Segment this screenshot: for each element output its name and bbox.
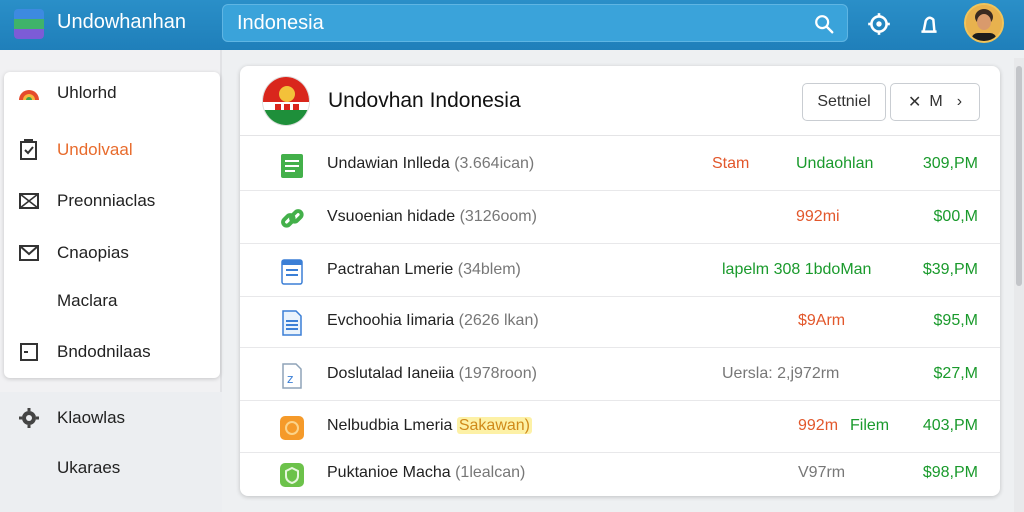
row-status: V97rm <box>798 464 846 481</box>
sidebar-item-label: Preonniaclas <box>57 191 156 210</box>
top-bar: Undowhanhan <box>0 0 1024 50</box>
table-row[interactable]: Evchoohia Iimaria (2626 lkan) $9Arm $95,… <box>240 296 1000 348</box>
sidebar-item-6[interactable]: Klaowlas <box>18 403 125 433</box>
row-price: 309,PM <box>922 155 978 172</box>
row-status: Uersla: 2,j972rm <box>722 365 840 382</box>
chevron-right-icon: › <box>956 93 963 110</box>
doc-icon <box>281 259 303 285</box>
shield-icon <box>280 463 304 487</box>
avatar[interactable] <box>964 3 1004 43</box>
row-status-secondary: Filem <box>850 417 890 434</box>
table-row[interactable]: Pactrahan Lmerie (34blem) lapelm 308 1bd… <box>240 245 1000 297</box>
file-z-icon: z <box>282 363 302 389</box>
notification-icon[interactable] <box>916 11 942 37</box>
spreadsheet-icon <box>281 154 303 178</box>
app-title: Undowhanhan <box>57 11 186 33</box>
row-status: $9Arm <box>798 312 846 329</box>
table-row[interactable]: Vsuoenian hidade (3126oom) 992mi $00,M <box>240 192 1000 244</box>
document-icon <box>18 139 40 161</box>
sidebar-item-1[interactable]: Undolvaal <box>18 135 133 165</box>
table-row[interactable]: Nelbudbia Lmeria Sakawan) 992m Filem 403… <box>240 401 1000 453</box>
row-price: $98,PM <box>922 464 978 481</box>
sidebar-item-label: Maclara <box>57 291 118 310</box>
row-name: Nelbudbia Lmeria Sakawan) <box>327 417 533 434</box>
orange-app-icon <box>280 416 304 440</box>
row-status: 992m <box>798 417 839 434</box>
sidebar-item-label: Cnaopias <box>57 243 129 262</box>
row-tag: Sakawan) <box>456 417 533 434</box>
search-icon[interactable] <box>813 13 835 35</box>
indonesia-emblem-icon <box>262 76 310 126</box>
close-icon: ✕ <box>907 94 922 111</box>
close-menu-label: M <box>929 93 943 110</box>
sidebar-item-label: Ukaraes <box>57 458 121 477</box>
scrollbar-thumb[interactable] <box>1016 66 1022 286</box>
search-input[interactable] <box>237 9 797 37</box>
row-status: Stam <box>712 155 750 172</box>
link-icon <box>281 209 304 228</box>
panel-header: Undovhan Indonesia Settniel ✕ M › <box>240 66 1000 136</box>
sidebar-item-0[interactable]: Uhlorhd <box>18 78 117 108</box>
sidebar-nav-card <box>4 72 220 378</box>
row-name: Vsuoenian hidade (3126oom) <box>327 208 537 225</box>
envelope-icon <box>18 242 40 264</box>
table-row[interactable]: Puktanioe Macha (1lealcan) V97rm $98,PM <box>240 448 1000 496</box>
table-row[interactable]: Undawian Inlleda (3.664ican) Stam Undaoh… <box>240 139 1000 191</box>
sidebar-item-5[interactable]: Bndodnilaas <box>18 337 151 367</box>
settings-button-label: Settniel <box>817 93 871 110</box>
sidebar-item-3[interactable]: Cnaopias <box>18 238 129 268</box>
row-name: Evchoohia Iimaria (2626 lkan) <box>327 312 539 329</box>
settings-icon[interactable] <box>866 11 892 37</box>
content-panel: Undovhan Indonesia Settniel ✕ M › Undawi… <box>240 66 1000 496</box>
row-price: $95,M <box>933 312 978 329</box>
sidebar-item-label: Uhlorhd <box>57 83 117 102</box>
sidebar-item-label: Bndodnilaas <box>57 342 151 361</box>
sidebar-item-7[interactable]: Ukaraes <box>57 453 120 483</box>
row-price: 403,PM <box>922 417 978 434</box>
square-icon <box>18 341 40 363</box>
row-price: $39,PM <box>922 261 978 278</box>
panel-title: Undovhan Indonesia <box>328 89 521 112</box>
settings-button[interactable]: Settniel <box>802 83 886 121</box>
row-price: $27,M <box>933 365 978 382</box>
row-name: Undawian Inlleda (3.664ican) <box>327 155 535 172</box>
sidebar-item-4[interactable]: Maclara <box>57 286 117 316</box>
sidebar-item-label: Klaowlas <box>57 408 126 427</box>
table-row[interactable]: z Doslutalad Ianeiia (1978roon) Uersla: … <box>240 349 1000 401</box>
row-status: lapelm 308 1bdoMan <box>722 261 872 278</box>
scrollbar[interactable] <box>1014 58 1024 512</box>
gear-icon <box>18 407 40 429</box>
sidebar-item-label: Undolvaal <box>57 140 133 159</box>
app-logo-icon <box>18 82 40 104</box>
notes-icon <box>282 310 302 336</box>
app-logo-icon[interactable] <box>14 9 44 39</box>
row-price: $00,M <box>933 208 978 225</box>
mail-icon <box>18 190 40 212</box>
row-status-secondary: Undaohlan <box>796 155 874 172</box>
svg-text:z: z <box>287 372 293 386</box>
search-bar[interactable] <box>222 4 848 42</box>
row-name: Doslutalad Ianeiia (1978roon) <box>327 365 537 382</box>
row-status: 992mi <box>796 208 840 225</box>
row-name: Puktanioe Macha (1lealcan) <box>327 464 526 481</box>
close-menu-button[interactable]: ✕ M › <box>890 83 980 121</box>
sidebar-item-2[interactable]: Preonniaclas <box>18 186 155 216</box>
row-name: Pactrahan Lmerie (34blem) <box>327 261 521 278</box>
